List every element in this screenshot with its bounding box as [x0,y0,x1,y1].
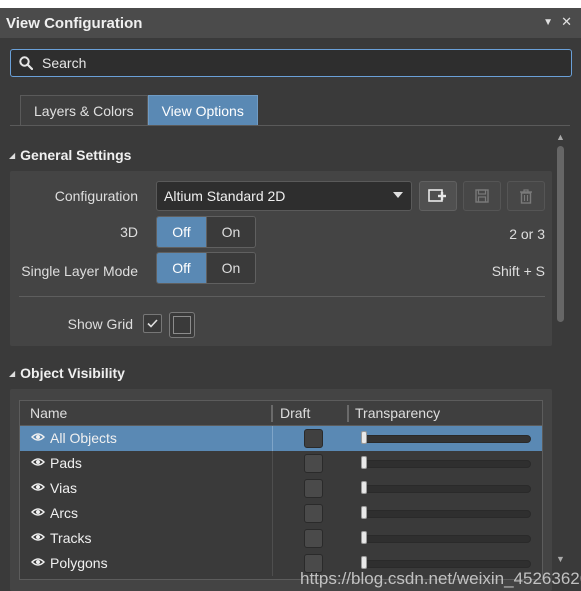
panel-title: View Configuration [6,14,143,32]
configuration-label: Configuration [54,188,138,204]
collapse-triangle-icon: ◢ [9,150,16,160]
table-row[interactable]: Tracks [20,526,542,551]
watermark-text: https://blog.csdn.net/weixin_45263626 [300,569,581,588]
row-name: All Objects [50,430,117,446]
transparency-slider-track[interactable] [361,535,531,543]
row-name: Tracks [50,530,92,546]
transparency-slider-thumb[interactable] [361,506,367,519]
column-divider [272,426,273,451]
tab-view-options[interactable]: View Options [147,95,258,126]
column-resize-handle[interactable] [347,405,349,422]
transparency-slider-track[interactable] [361,435,531,443]
table-row[interactable]: All Objects [20,426,542,451]
draft-checkbox[interactable] [304,429,323,448]
column-header-name[interactable]: Name [30,405,67,421]
single-layer-mode-shortcut: Shift + S [491,263,545,279]
object-visibility-table: Name Draft Transparency All Objects Pads [19,400,543,580]
eye-icon[interactable] [31,432,45,442]
column-resize-handle[interactable] [271,405,273,422]
grid-color-swatch[interactable] [169,312,195,338]
show-grid-label: Show Grid [67,316,133,332]
scrollbar-thumb[interactable] [557,146,564,322]
close-icon[interactable]: ✕ [561,14,572,30]
table-row[interactable]: Vias [20,476,542,501]
search-icon [19,56,33,70]
tab-layers-colors[interactable]: Layers & Colors [20,95,148,126]
eye-icon[interactable] [31,532,45,542]
column-divider [272,526,273,551]
general-settings-title: General Settings [20,147,132,163]
transparency-slider-thumb[interactable] [361,456,367,469]
table-header: Name Draft Transparency [20,401,542,426]
single-layer-mode-toggle: Off On [156,252,256,284]
row-name: Polygons [50,555,108,571]
draft-checkbox[interactable] [304,454,323,473]
tab-bar: Layers & Colors View Options [20,95,258,126]
view-configuration-panel: View Configuration ▼ ✕ Layers & Colors V… [0,8,581,591]
show-grid-checkbox[interactable] [143,314,162,333]
draft-checkbox[interactable] [304,504,323,523]
check-icon [147,319,158,328]
collapse-triangle-icon: ◢ [9,368,16,378]
object-visibility-header[interactable]: ◢ Object Visibility [9,365,125,381]
3d-label: 3D [120,224,138,240]
settings-divider [19,296,545,297]
3d-toggle: Off On [156,216,256,248]
transparency-slider-thumb[interactable] [361,431,367,444]
grid-color-fill [173,316,191,334]
single-layer-off-button[interactable]: Off [157,253,206,283]
column-header-transparency[interactable]: Transparency [355,405,440,421]
column-header-draft[interactable]: Draft [280,405,310,421]
column-divider [272,551,273,576]
new-configuration-button[interactable] [419,181,457,211]
single-layer-mode-label: Single Layer Mode [21,263,138,279]
add-config-icon [428,189,446,202]
configuration-value: Altium Standard 2D [164,188,286,204]
table-row[interactable]: Arcs [20,501,542,526]
draft-checkbox[interactable] [304,529,323,548]
row-name: Pads [50,455,82,471]
eye-icon[interactable] [31,482,45,492]
save-icon [475,189,489,203]
eye-icon[interactable] [31,507,45,517]
draft-checkbox[interactable] [304,479,323,498]
row-name: Vias [50,480,77,496]
chevron-down-icon [393,192,403,198]
general-settings-header[interactable]: ◢ General Settings [9,147,131,163]
3d-on-button[interactable]: On [206,217,255,247]
3d-off-button[interactable]: Off [157,217,206,247]
eye-icon[interactable] [31,457,45,467]
trash-icon [520,188,532,204]
transparency-slider-thumb[interactable] [361,531,367,544]
column-divider [272,501,273,526]
column-divider [272,451,273,476]
row-name: Arcs [50,505,78,521]
transparency-slider-track[interactable] [361,510,531,518]
single-layer-on-button[interactable]: On [206,253,255,283]
transparency-slider-track[interactable] [361,460,531,468]
delete-configuration-button[interactable] [507,181,545,211]
transparency-slider-thumb[interactable] [361,556,367,569]
3d-shortcut: 2 or 3 [509,226,545,242]
save-configuration-button[interactable] [463,181,501,211]
scroll-down-arrow-icon[interactable]: ▼ [556,554,565,564]
scroll-up-arrow-icon[interactable]: ▲ [556,132,565,142]
transparency-slider-track[interactable] [361,485,531,493]
search-box[interactable] [10,49,572,77]
dropdown-arrow-icon[interactable]: ▼ [543,17,553,28]
table-row[interactable]: Pads [20,451,542,476]
configuration-select[interactable]: Altium Standard 2D [156,181,412,211]
tab-divider [10,125,570,126]
search-input[interactable] [42,55,542,71]
transparency-slider-thumb[interactable] [361,481,367,494]
eye-icon[interactable] [31,557,45,567]
column-divider [272,476,273,501]
panel-title-bar: View Configuration ▼ ✕ [0,8,581,38]
object-visibility-title: Object Visibility [20,365,125,381]
transparency-slider-track[interactable] [361,560,531,568]
